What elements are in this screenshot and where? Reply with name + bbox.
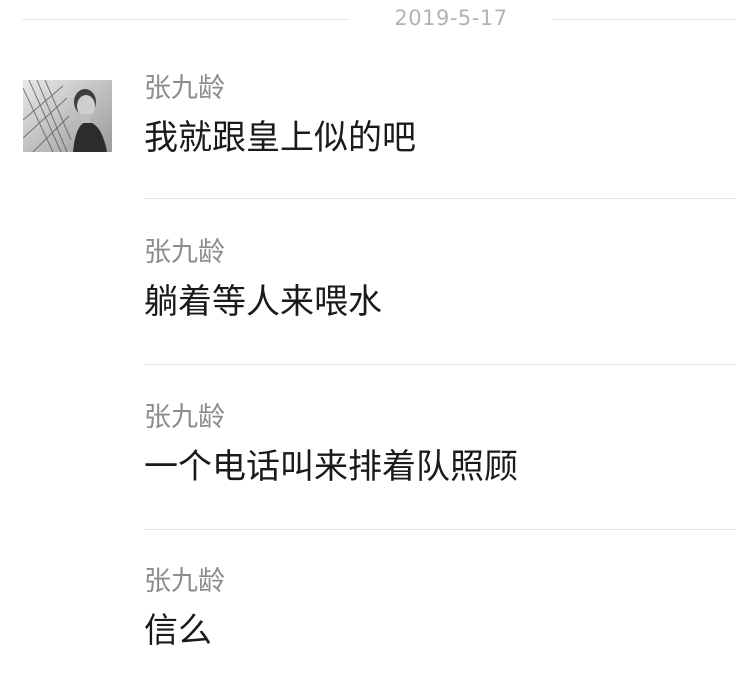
- message-text[interactable]: 躺着等人来喂水: [144, 280, 736, 324]
- date-label: 2019-5-17: [394, 6, 508, 30]
- sender-name: 张九龄: [144, 237, 225, 268]
- avatar[interactable]: [23, 80, 112, 152]
- message-separator: [144, 364, 736, 365]
- message-text[interactable]: 一个电话叫来排着队照顾: [144, 445, 736, 489]
- sender-name: 张九龄: [144, 402, 225, 433]
- message-separator: [144, 529, 736, 530]
- message-4[interactable]: 张九龄 信么: [144, 565, 736, 653]
- sender-name: 张九龄: [144, 566, 225, 597]
- message-2[interactable]: 张九龄 躺着等人来喂水: [144, 236, 736, 324]
- message-text[interactable]: 我就跟皇上似的吧: [144, 116, 736, 160]
- user-avatar-photo-icon: [23, 80, 112, 152]
- date-divider-line-right: [552, 19, 736, 20]
- message-separator: [144, 198, 736, 199]
- message-text[interactable]: 信么: [144, 609, 736, 653]
- message-3[interactable]: 张九龄 一个电话叫来排着队照顾: [144, 401, 736, 489]
- sender-name: 张九龄: [144, 73, 225, 104]
- date-divider-line-left: [22, 19, 350, 20]
- message-1[interactable]: 张九龄 我就跟皇上似的吧: [144, 72, 736, 160]
- date-divider: 2019-5-17: [0, 0, 736, 40]
